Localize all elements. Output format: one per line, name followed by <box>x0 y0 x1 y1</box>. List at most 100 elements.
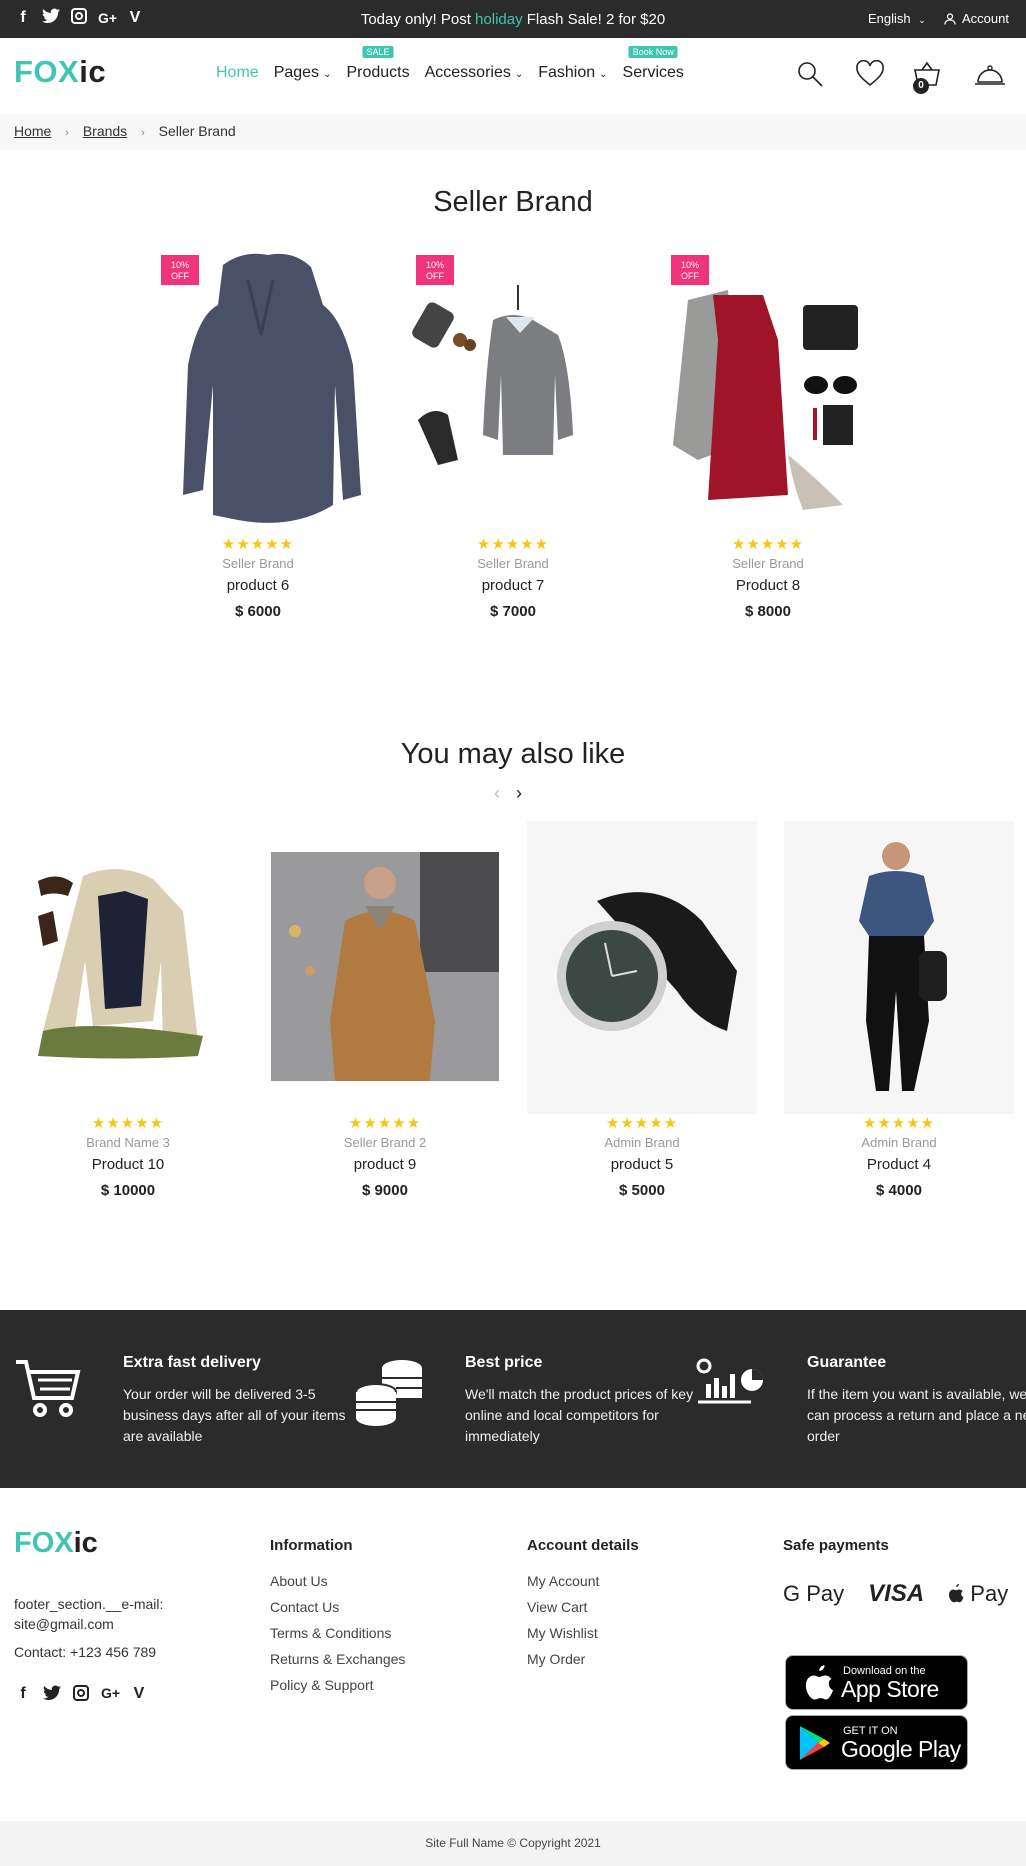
product-name[interactable]: Product 4 <box>784 1156 1014 1173</box>
product-price: $ 8000 <box>745 603 791 620</box>
footer-email: footer_section.__e-mail: site@gmail.com <box>14 1596 164 1632</box>
chevron-left-icon[interactable]: ‹ <box>494 783 500 804</box>
account-link[interactable]: Account <box>944 11 1009 26</box>
chevron-down-icon: ⌄ <box>599 69 608 80</box>
breadcrumb-brands-link[interactable]: Brands <box>83 123 127 139</box>
product-brand: Seller Brand <box>477 556 549 571</box>
feature-title: Guarantee <box>807 1354 887 1371</box>
twitter-icon[interactable] <box>43 1685 61 1705</box>
nav-label: Pages <box>273 64 320 81</box>
chart-guarantee-icon <box>696 1358 763 1404</box>
nav-services[interactable]: Book Now Services <box>622 46 684 82</box>
product-name[interactable]: product 5 <box>527 1156 757 1173</box>
product-card[interactable]: 10% OFF ★★★★★ Seller Brand product 6 $ 60… <box>143 245 373 620</box>
product-image[interactable]: 10% OFF <box>398 245 628 535</box>
logo-part2: ic <box>79 54 107 89</box>
product-image[interactable] <box>13 821 243 1114</box>
nav-pages[interactable]: Pages ⌄ <box>274 64 332 82</box>
product-brand: Admin Brand <box>604 1135 680 1150</box>
main-header: FOXic Home Pages ⌄ SALE Products Accessori… <box>0 38 1026 114</box>
product-card[interactable]: 10% OFF ★★★★★ Seller Brand Product 8 $ 80… <box>653 245 883 620</box>
heart-icon[interactable] <box>855 60 885 88</box>
footer-link-policy[interactable]: Policy & Support <box>270 1677 405 1693</box>
footer-link-about[interactable]: About Us <box>270 1573 405 1589</box>
google-play-badge[interactable]: GET IT ON Google Play <box>785 1715 968 1770</box>
breadcrumb-current: Seller Brand <box>158 123 236 139</box>
apple-pay-text: Pay <box>970 1581 1009 1606</box>
footer-social-links: f G+ V <box>14 1685 148 1705</box>
rating-stars: ★★★★★ <box>221 536 295 553</box>
footer-link-contact[interactable]: Contact Us <box>270 1599 405 1615</box>
product-image[interactable]: 10% OFF <box>653 245 883 535</box>
related-product-card[interactable]: ★★★★★ Admin Brand Product 4 $ 4000 <box>784 821 1014 1199</box>
nav-label: Accessories <box>424 64 511 81</box>
nav-label: Products <box>346 64 410 81</box>
discount-value: 10% <box>425 260 444 270</box>
rating-stars: ★★★★★ <box>348 1115 422 1132</box>
instagram-icon[interactable] <box>72 1685 90 1705</box>
facebook-icon[interactable]: f <box>14 1685 32 1705</box>
page-title: Seller Brand <box>433 186 593 218</box>
product-name[interactable]: product 7 <box>398 577 628 594</box>
product-price: $ 4000 <box>876 1182 922 1199</box>
vimeo-icon[interactable]: V <box>130 1685 148 1705</box>
footer-link-my-order[interactable]: My Order <box>527 1651 639 1667</box>
nav-fashion[interactable]: Fashion ⌄ <box>538 64 607 82</box>
logo-part1: FOX <box>14 1527 74 1559</box>
account-label: Account <box>962 11 1009 26</box>
apple-icon <box>949 1584 964 1603</box>
promo-highlight-link[interactable]: holiday <box>475 11 523 28</box>
product-name[interactable]: Product 8 <box>653 577 883 594</box>
product-brand: Seller Brand 2 <box>343 1135 427 1150</box>
service-bell-icon[interactable] <box>974 60 1006 88</box>
footer-account-details: Account details My Account View Cart My … <box>527 1537 639 1677</box>
related-product-card[interactable]: ★★★★★ Seller Brand 2 product 9 $ 9000 <box>270 821 500 1199</box>
product-image[interactable] <box>784 821 1014 1114</box>
search-icon[interactable] <box>796 60 824 88</box>
nav-accessories[interactable]: Accessories ⌄ <box>425 64 524 82</box>
chevron-down-icon: ⌄ <box>323 69 332 80</box>
product-name[interactable]: product 9 <box>270 1156 500 1173</box>
product-name[interactable]: Product 10 <box>13 1156 243 1173</box>
footer-logo[interactable]: FOXic <box>14 1527 98 1560</box>
product-brand: Brand Name 3 <box>86 1135 170 1150</box>
nav-products[interactable]: SALE Products <box>346 46 410 82</box>
related-product-card[interactable]: ★★★★★ Brand Name 3 Product 10 $ 10000 <box>13 821 243 1199</box>
footer-link-view-cart[interactable]: View Cart <box>527 1599 639 1615</box>
nav-label: Home <box>216 64 259 81</box>
product-price: $ 5000 <box>619 1182 665 1199</box>
nav-label: Fashion <box>538 64 596 81</box>
discount-badge: 10% OFF <box>671 255 709 285</box>
product-name[interactable]: product 6 <box>143 577 373 594</box>
book-now-badge: Book Now <box>628 46 678 58</box>
apple-icon <box>805 1665 834 1700</box>
rating-stars: ★★★★★ <box>476 536 550 553</box>
related-product-card[interactable]: ★★★★★ Admin Brand product 5 $ 5000 <box>527 821 757 1199</box>
site-logo[interactable]: FOXic <box>14 54 106 90</box>
footer-link-my-account[interactable]: My Account <box>527 1573 639 1589</box>
promo-text: Today only! Post <box>360 11 476 28</box>
product-image[interactable] <box>270 821 500 1114</box>
app-store-badge[interactable]: Download on the App Store <box>785 1655 968 1710</box>
discount-badge: 10% OFF <box>161 255 199 285</box>
payment-logos: G Pay VISA Pay <box>783 1580 1008 1608</box>
footer-link-wishlist[interactable]: My Wishlist <box>527 1625 639 1641</box>
nav-label: Services <box>622 64 684 81</box>
rating-stars: ★★★★★ <box>91 1115 165 1132</box>
google-plus-icon[interactable]: G+ <box>101 1685 120 1705</box>
language-selector[interactable]: English ⌄ <box>868 11 926 26</box>
nav-home[interactable]: Home <box>216 64 259 82</box>
footer-link-returns[interactable]: Returns & Exchanges <box>270 1651 405 1667</box>
chevron-right-icon[interactable]: › <box>516 783 522 804</box>
footer-link-terms[interactable]: Terms & Conditions <box>270 1625 405 1641</box>
chevron-down-icon: ⌄ <box>514 69 524 80</box>
product-card[interactable]: 10% OFF ★★★★★ Seller Brand product 7 $ 70… <box>398 245 628 620</box>
sale-badge: SALE <box>362 46 394 58</box>
chevron-right-icon: › <box>65 127 69 139</box>
product-image[interactable]: 10% OFF <box>143 245 373 535</box>
main-nav: Home Pages ⌄ SALE Products Accessories ⌄ Fa… <box>216 46 699 82</box>
feature-title: Best price <box>465 1354 543 1371</box>
user-icon <box>944 12 956 25</box>
product-image[interactable] <box>527 821 757 1114</box>
breadcrumb-home-link[interactable]: Home <box>14 123 51 139</box>
